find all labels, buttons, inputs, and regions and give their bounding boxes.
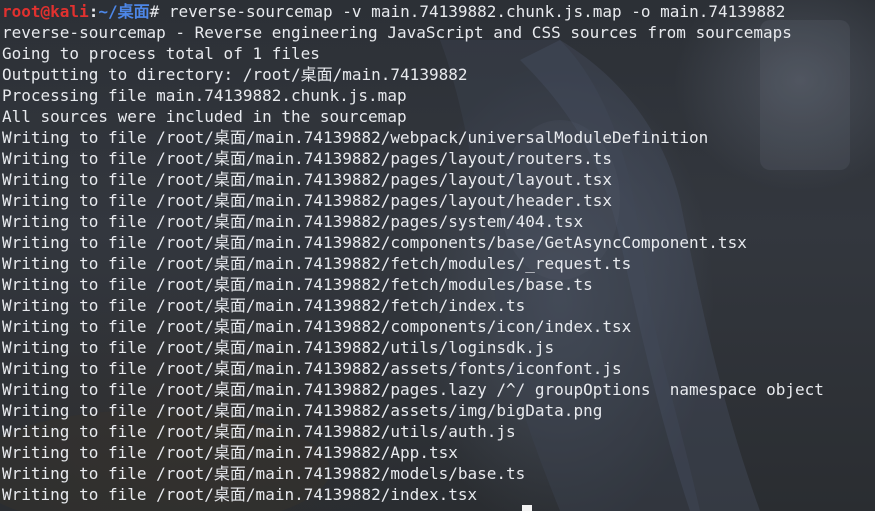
output-line: reverse-sourcemap - Reverse engineering … [2, 23, 792, 42]
terminal-window[interactable]: root@kali:~/桌面# reverse-sourcemap -v mai… [0, 0, 875, 511]
output-line: Outputting to directory: /root/桌面/main.7… [2, 65, 468, 84]
output-line: Writing to file /root/桌面/main.74139882/p… [2, 149, 612, 168]
output-line: Writing to file /root/桌面/main.74139882/i… [2, 485, 478, 504]
output-line: Writing to file /root/桌面/main.74139882/c… [2, 317, 632, 336]
output-line: Writing to file /root/桌面/main.74139882/p… [2, 212, 584, 231]
output-line: Writing to file /root/桌面/main.74139882/u… [2, 338, 555, 357]
output-line: Writing to file /root/桌面/main.74139882/p… [2, 191, 612, 210]
terminal-cursor [522, 505, 532, 511]
prompt-separator: : [88, 2, 99, 21]
output-line: Writing to file /root/桌面/main.74139882/u… [2, 422, 516, 441]
terminal-output: root@kali:~/桌面# reverse-sourcemap -v mai… [2, 1, 875, 505]
output-line: Writing to file /root/桌面/main.74139882/a… [2, 401, 603, 420]
command-text: reverse-sourcemap -v main.74139882.chunk… [168, 2, 786, 21]
output-line: Writing to file /root/桌面/main.74139882/m… [2, 464, 526, 483]
output-line: Writing to file /root/桌面/main.74139882/f… [2, 254, 632, 273]
output-line: Writing to file /root/桌面/main.74139882/c… [2, 233, 747, 252]
output-line: Writing to file /root/桌面/main.74139882/p… [2, 170, 612, 189]
output-line: Writing to file /root/桌面/main.74139882/p… [2, 380, 824, 399]
prompt-path: ~/桌面 [98, 2, 150, 21]
output-line: Going to process total of 1 files [2, 44, 320, 63]
output-line: Writing to file /root/桌面/main.74139882/w… [2, 128, 709, 147]
output-line: Processing file main.74139882.chunk.js.m… [2, 86, 407, 105]
output-line: All sources were included in the sourcem… [2, 107, 407, 126]
prompt-user-host: root@kali [2, 2, 89, 21]
output-line: Writing to file /root/桌面/main.74139882/f… [2, 296, 526, 315]
output-line: Writing to file /root/桌面/main.74139882/f… [2, 275, 593, 294]
command-line: root@kali:~/桌面# reverse-sourcemap -v mai… [2, 1, 875, 22]
output-line: Writing to file /root/桌面/main.74139882/A… [2, 443, 458, 462]
output-line: Writing to file /root/桌面/main.74139882/a… [2, 359, 622, 378]
prompt-symbol: # [149, 2, 169, 21]
